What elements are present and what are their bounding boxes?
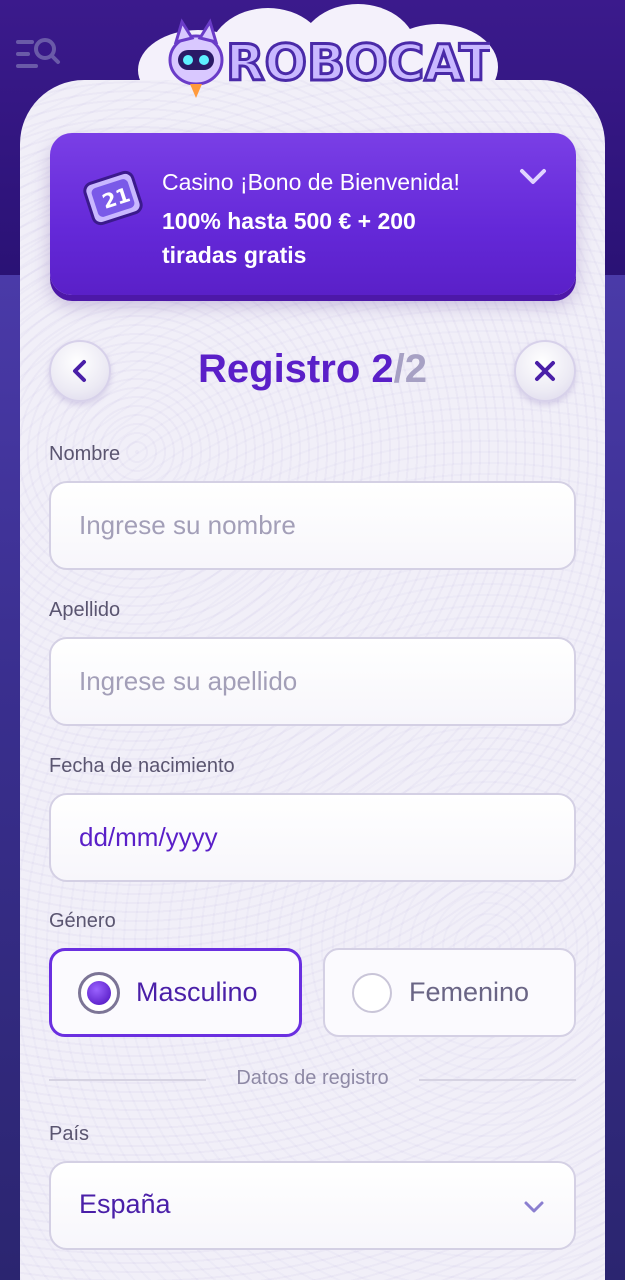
robocat-logo: ROBOCAT (168, 18, 490, 98)
birthdate-field[interactable] (49, 793, 576, 882)
menu-search-button[interactable] (14, 34, 62, 74)
ticket-icon: 21 (83, 170, 143, 226)
radio-selected-icon (78, 971, 120, 1014)
country-select-value: España (79, 1189, 171, 1219)
radio-unselected-icon (352, 972, 392, 1013)
section-divider-label: Datos de registro (236, 1067, 389, 1089)
chevron-left-icon (73, 360, 86, 382)
close-icon (535, 361, 555, 381)
close-button[interactable] (514, 340, 576, 402)
chevron-down-icon[interactable] (518, 167, 548, 187)
menu-search-icon (16, 38, 60, 68)
welcome-bonus-banner[interactable]: 21 Casino ¡Bono de Bienvenida! 100% hast… (50, 133, 576, 295)
birthdate-label: Fecha de nacimiento (49, 755, 235, 777)
last-name-label: Apellido (49, 599, 121, 621)
gender-option-male-label: Masculino (136, 977, 258, 1007)
step-total: /2 (393, 347, 427, 391)
country-label: País (49, 1123, 90, 1145)
divider-left (49, 1079, 206, 1081)
first-name-field[interactable] (49, 481, 576, 570)
step-title-text: Registro (198, 347, 361, 391)
svg-text:ROBOCAT: ROBOCAT (226, 34, 490, 92)
back-button[interactable] (49, 340, 111, 402)
country-select[interactable]: España (49, 1161, 576, 1250)
page-title: Registro 2/2 (110, 347, 515, 392)
divider-right (419, 1079, 576, 1081)
gender-option-female[interactable]: Femenino (323, 948, 576, 1037)
last-name-field[interactable] (49, 637, 576, 726)
gender-option-female-label: Femenino (409, 977, 530, 1007)
bonus-title: Casino ¡Bono de Bienvenida! (162, 169, 460, 195)
gender-label: Género (49, 910, 116, 932)
chevron-down-icon (524, 1201, 544, 1213)
step-current: 2 (371, 347, 394, 391)
gender-option-male[interactable]: Masculino (49, 948, 302, 1037)
first-name-label: Nombre (49, 443, 121, 465)
bonus-offer: 100% hasta 500 € + 200 tiradas gratis (162, 208, 416, 268)
